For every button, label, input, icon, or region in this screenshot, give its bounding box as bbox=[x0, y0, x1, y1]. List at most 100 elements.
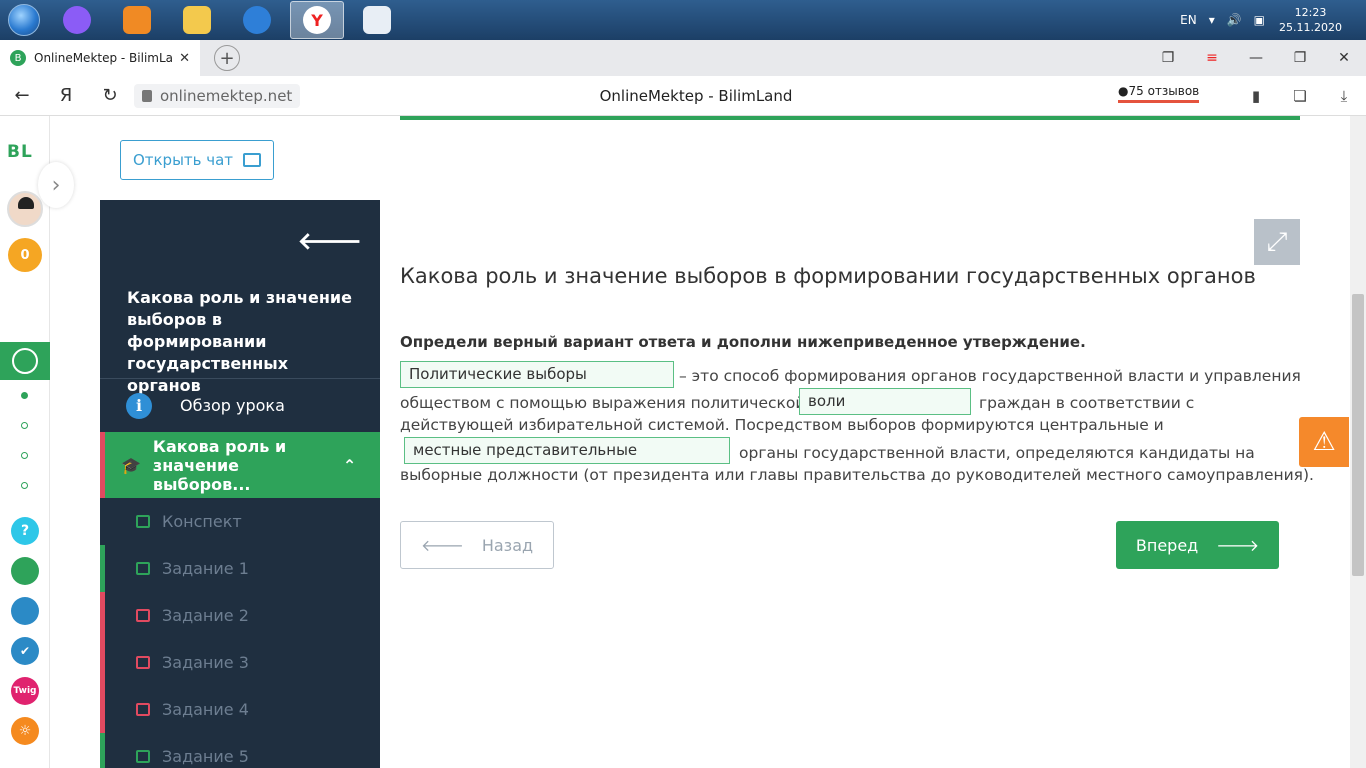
lesson-item-task-3[interactable]: Задание 3 bbox=[100, 639, 380, 686]
rail-dot-4[interactable] bbox=[21, 482, 28, 489]
lesson-item-task-5[interactable]: Задание 5 bbox=[100, 733, 380, 768]
minimize-icon[interactable]: — bbox=[1234, 50, 1278, 66]
bl-logo[interactable]: BL bbox=[7, 142, 33, 162]
instruction-text: Определи верный вариант ответа и дополни… bbox=[400, 333, 1086, 351]
menu-icon[interactable]: ≡ bbox=[1190, 50, 1234, 66]
fullscreen-icon[interactable]: ⤢ bbox=[1254, 219, 1300, 265]
next-button[interactable]: Вперед 🡒 bbox=[1116, 521, 1279, 569]
lesson-item-label: Задание 1 bbox=[162, 559, 249, 578]
edit-icon bbox=[136, 562, 150, 575]
taskbar-app-yandex[interactable]: Y bbox=[290, 1, 344, 39]
taskbar-app-alice[interactable] bbox=[50, 1, 104, 39]
overview-label: Обзор урока bbox=[180, 396, 285, 415]
address-bar-icons: ▮ ❏ ⤓ bbox=[1234, 76, 1366, 116]
open-chat-label: Открыть чат bbox=[132, 151, 234, 169]
arrow-right-icon: 🡒 bbox=[1216, 536, 1260, 555]
tab-manager-icon[interactable]: ❐ bbox=[1146, 50, 1190, 66]
chat-icon bbox=[243, 153, 262, 167]
rail-bilimbook-icon[interactable] bbox=[11, 597, 39, 625]
answer-slot-3[interactable]: местные представительные bbox=[404, 437, 730, 464]
window-controls: ❐ ≡ — ❐ ✕ bbox=[1146, 40, 1366, 76]
score-badge[interactable]: 0 bbox=[8, 238, 42, 272]
download-icon[interactable]: ⤓ bbox=[1322, 87, 1366, 105]
bookmark-icon[interactable]: ▮ bbox=[1234, 87, 1278, 105]
warning-icon[interactable]: ⚠ bbox=[1299, 417, 1349, 467]
chevron-up-icon[interactable]: ⌃ bbox=[343, 456, 356, 475]
volume-icon[interactable]: 🔊 bbox=[1227, 13, 1242, 27]
lesson-item-task-1[interactable]: Задание 1 bbox=[100, 545, 380, 592]
taskbar-app-document[interactable] bbox=[350, 1, 404, 39]
answer-slot-1[interactable]: Политические выборы bbox=[400, 361, 674, 388]
statement-text-4: действующей избирательной системой. Поср… bbox=[400, 416, 1164, 434]
address-bar: ← Я ↻ onlinemektep.net OnlineMektep - Bi… bbox=[0, 76, 1366, 116]
clock[interactable]: 12:23 25.11.2020 bbox=[1279, 5, 1342, 35]
lesson-item-label: Задание 5 bbox=[162, 747, 249, 766]
statement-text-1: – это способ формирования органов госуда… bbox=[679, 367, 1301, 385]
statement-text-5: органы государственной власти, определяю… bbox=[739, 444, 1255, 462]
left-rail: BL 0 ? ✔ Twig ☼ bbox=[0, 116, 50, 768]
statement-text-6: выборные должности (от президента или гл… bbox=[400, 466, 1314, 484]
expand-rail-chevron-icon[interactable]: › bbox=[38, 162, 74, 208]
rail-sun-icon[interactable]: ☼ bbox=[11, 717, 39, 745]
rail-twig-icon[interactable]: Twig bbox=[11, 677, 39, 705]
open-chat-button[interactable]: Открыть чат bbox=[120, 140, 274, 180]
tab-title: OnlineMektep - BilimLand bbox=[34, 51, 174, 65]
yandex-browser-icon: Y bbox=[303, 6, 331, 34]
back-button[interactable]: 🡐 Назад bbox=[400, 521, 554, 569]
avatar[interactable] bbox=[7, 191, 43, 227]
lesson-item-label: Задание 4 bbox=[162, 700, 249, 719]
new-tab-button[interactable]: + bbox=[214, 45, 240, 71]
rail-onlinemektep-icon[interactable] bbox=[0, 342, 50, 380]
scrollbar-thumb[interactable] bbox=[1352, 294, 1364, 576]
lesson-item-label: Задание 3 bbox=[162, 653, 249, 672]
document-icon bbox=[363, 6, 391, 34]
lesson-overview-item[interactable]: i Обзор урока bbox=[100, 378, 380, 432]
network-icon[interactable]: ▣ bbox=[1254, 13, 1265, 27]
page-scrollbar[interactable] bbox=[1350, 116, 1366, 768]
lesson-item-task-4[interactable]: Задание 4 bbox=[100, 686, 380, 733]
taskbar-app-ie[interactable] bbox=[230, 1, 284, 39]
restore-icon[interactable]: ❐ bbox=[1278, 50, 1322, 66]
lesson-item-label: Задание 2 bbox=[162, 606, 249, 625]
topic-label: Какова роль и значение выборов... bbox=[152, 436, 287, 494]
edit-icon bbox=[136, 656, 150, 669]
browser-tabbar: B OnlineMektep - BilimLand ✕ + ❐ ≡ — ❐ ✕ bbox=[0, 40, 1366, 76]
tab-favicon-icon: B bbox=[10, 50, 26, 66]
windows-logo-icon bbox=[8, 4, 40, 36]
tray-chevron-icon[interactable]: ▾ bbox=[1209, 13, 1215, 27]
browser-tab[interactable]: B OnlineMektep - BilimLand ✕ bbox=[0, 40, 200, 76]
info-icon: i bbox=[126, 392, 152, 419]
close-window-icon[interactable]: ✕ bbox=[1322, 50, 1366, 66]
rail-dot-3[interactable] bbox=[21, 452, 28, 459]
rail-bilimland-icon[interactable] bbox=[11, 557, 39, 585]
folder-icon bbox=[183, 6, 211, 34]
alice-icon bbox=[63, 6, 91, 34]
book-icon bbox=[136, 515, 150, 528]
windows-taskbar: Y EN ▾ 🔊 ▣ 12:23 25.11.2020 bbox=[0, 0, 1366, 40]
taskbar-app-media[interactable] bbox=[110, 1, 164, 39]
question-title: Какова роль и значение выборов в формиро… bbox=[400, 264, 1256, 288]
statement-text-3: граждан в соответствии с bbox=[979, 394, 1195, 412]
next-button-label: Вперед bbox=[1135, 535, 1199, 555]
topic-item-active[interactable]: 🎓 Какова роль и значение выборов... ⌃ bbox=[100, 432, 380, 498]
clock-date: 25.11.2020 bbox=[1279, 21, 1342, 34]
language-indicator[interactable]: EN bbox=[1180, 13, 1197, 27]
edit-icon bbox=[136, 750, 150, 763]
rail-help-icon[interactable]: ? bbox=[11, 517, 39, 545]
lesson-item-label: Конспект bbox=[162, 512, 242, 531]
answer-slot-2[interactable]: воли bbox=[799, 388, 971, 415]
lesson-item-konspekt[interactable]: Конспект bbox=[100, 498, 380, 545]
collapse-arrow-icon[interactable]: 🡐 bbox=[298, 226, 362, 255]
lesson-item-task-2[interactable]: Задание 2 bbox=[100, 592, 380, 639]
media-player-icon bbox=[123, 6, 151, 34]
start-button[interactable] bbox=[4, 0, 44, 40]
rail-dot-2[interactable] bbox=[21, 422, 28, 429]
rail-tasks-icon[interactable]: ✔ bbox=[11, 637, 39, 665]
taskbar-app-explorer[interactable] bbox=[170, 1, 224, 39]
rail-dot-1[interactable] bbox=[21, 392, 28, 399]
graduation-cap-icon: 🎓 bbox=[121, 455, 141, 475]
collections-icon[interactable]: ❏ bbox=[1278, 87, 1322, 105]
reviews-link[interactable]: ●75 отзывов bbox=[1118, 84, 1200, 103]
tab-close-icon[interactable]: ✕ bbox=[179, 51, 190, 66]
browser-icon bbox=[243, 6, 271, 34]
